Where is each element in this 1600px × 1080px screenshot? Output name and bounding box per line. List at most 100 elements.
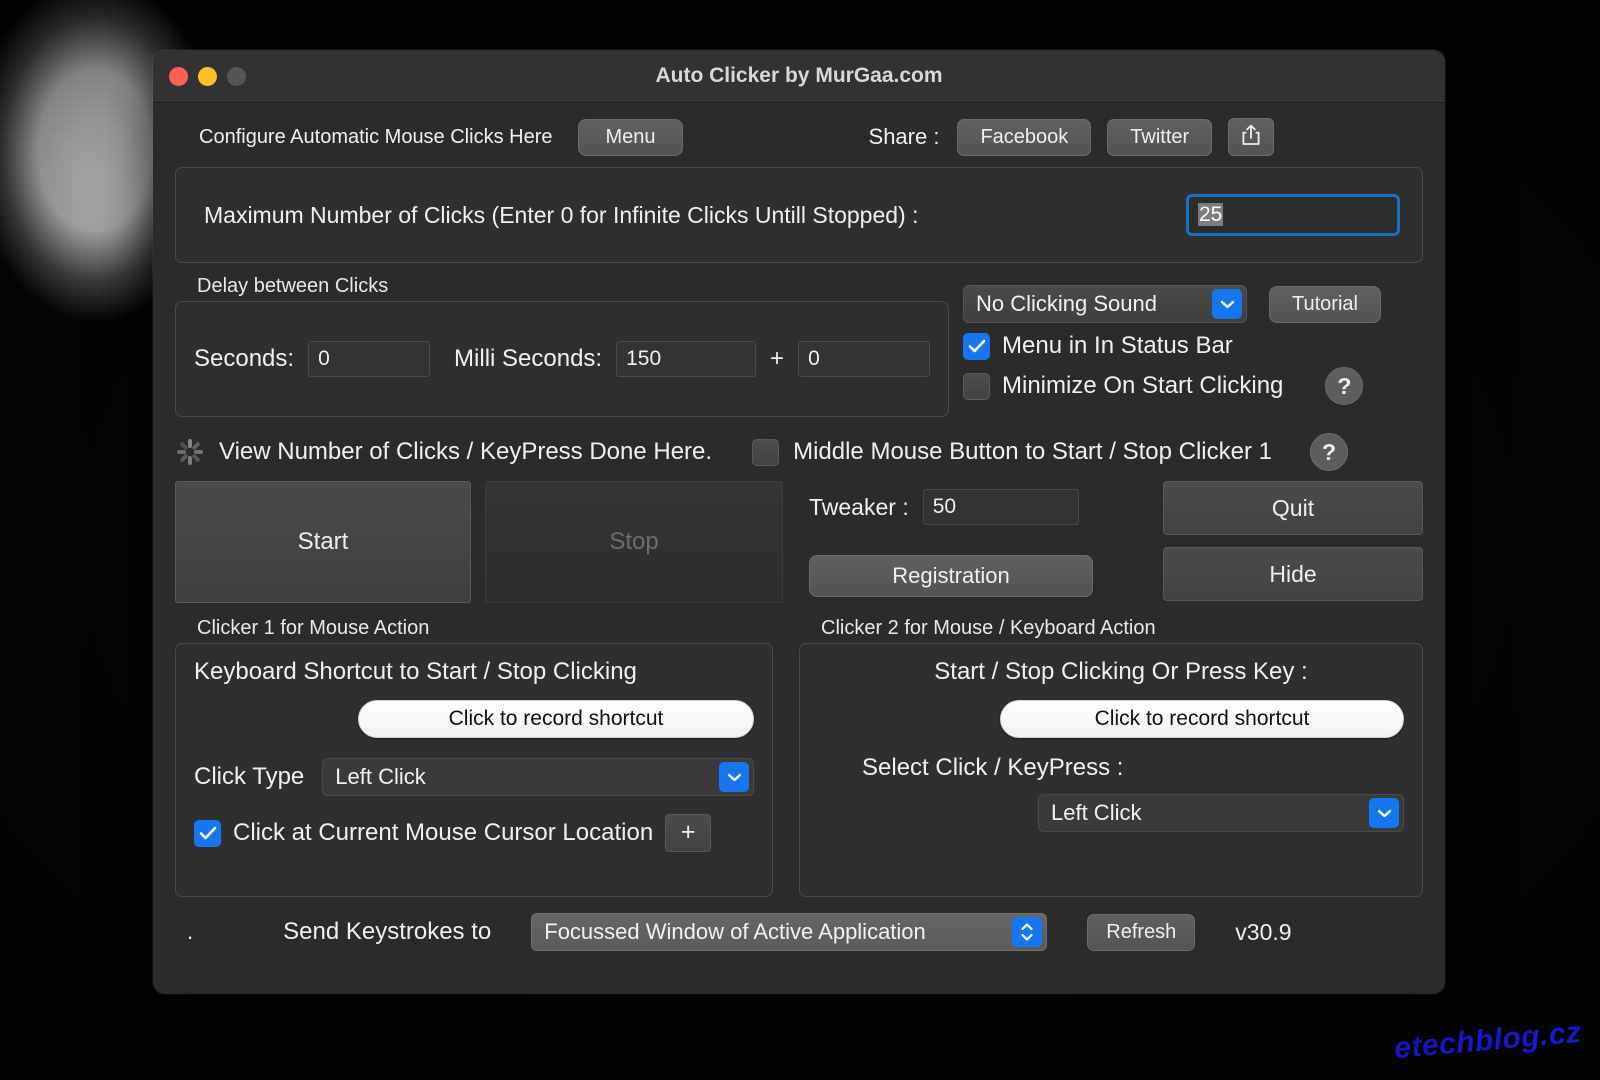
tweaker-input[interactable]: 50 (922, 489, 1079, 525)
window-title: Auto Clicker by MurGaa.com (655, 64, 943, 87)
seconds-label: Seconds: (194, 345, 295, 372)
send-keystrokes-label: Send Keystrokes to (283, 918, 492, 945)
counter-label: View Number of Clicks / KeyPress Done He… (219, 438, 713, 465)
activity-spinner-icon (175, 437, 205, 467)
clicker2-keypress-select[interactable]: Left Click (1038, 794, 1404, 832)
clicker2-keypress-value: Left Click (1051, 800, 1142, 825)
clicker1-click-type-label: Click Type (194, 763, 305, 790)
clicker2-wrapper: Clicker 2 for Mouse / Keyboard Action St… (799, 617, 1423, 897)
cursor-location-label: Click at Current Mouse Cursor Location (233, 819, 654, 846)
footer-dot: . (187, 919, 194, 944)
seconds-value: 0 (318, 347, 330, 370)
clicker1-group-title: Clicker 1 for Mouse Action (197, 617, 430, 639)
extra-millis-input[interactable]: 0 (798, 341, 931, 377)
app-window: Auto Clicker by MurGaa.com Configure Aut… (153, 50, 1445, 994)
plus-label: + (770, 345, 785, 372)
stop-button[interactable]: Stop (485, 481, 783, 603)
sound-tutorial-row: No Clicking Sound Tutorial (963, 285, 1423, 323)
middle-mouse-label: Middle Mouse Button to Start / Stop Clic… (793, 438, 1272, 465)
clicker1-click-type-select[interactable]: Left Click (322, 758, 754, 796)
facebook-share-button[interactable]: Facebook (957, 118, 1092, 156)
milliseconds-input[interactable]: 150 (616, 341, 757, 377)
toolbar-row: Configure Automatic Mouse Clicks Here Me… (175, 113, 1423, 161)
clicker1-shortcut-label: Keyboard Shortcut to Start / Stop Clicki… (194, 658, 637, 685)
clicking-sound-value: No Clicking Sound (976, 291, 1157, 316)
clicker2-record-shortcut-button[interactable]: Click to record shortcut (1000, 700, 1404, 738)
minimize-checkbox[interactable] (963, 372, 990, 400)
tweaker-column: Tweaker : 50 Registration (797, 481, 1093, 603)
twitter-share-button[interactable]: Twitter (1107, 118, 1213, 156)
footer-row: . Send Keystrokes to Focussed Window of … (175, 913, 1423, 951)
chevron-up-down-icon (1012, 917, 1043, 947)
status-bar-checkbox[interactable] (963, 332, 990, 360)
chevron-down-icon (1369, 798, 1399, 828)
tweaker-row: Tweaker : 50 (809, 489, 1093, 525)
actions-row: Start Stop Tweaker : 50 Registration Qui… (175, 481, 1423, 603)
middle-mouse-help-button[interactable]: ? (1309, 433, 1348, 471)
add-location-button[interactable]: + (665, 814, 712, 852)
clicker2-select-row: Left Click (818, 794, 1404, 832)
clicker1-record-shortcut-button[interactable]: Click to record shortcut (358, 700, 754, 738)
delay-options-row: Delay between Clicks Seconds: 0 Milli Se… (175, 275, 1423, 417)
status-bar-option-row: Menu in In Status Bar (963, 332, 1423, 360)
clickers-row: Clicker 1 for Mouse Action Keyboard Shor… (175, 617, 1423, 897)
max-clicks-value: 25 (1198, 203, 1224, 226)
start-button[interactable]: Start (175, 481, 471, 603)
cursor-location-checkbox[interactable] (194, 819, 221, 847)
clicker2-shortcut-label: Start / Stop Clicking Or Press Key : (934, 658, 1308, 685)
tutorial-button[interactable]: Tutorial (1269, 285, 1381, 323)
share-label: Share : (868, 124, 940, 149)
delay-group-title: Delay between Clicks (197, 275, 389, 297)
extra-millis-value: 0 (808, 347, 820, 370)
quit-button[interactable]: Quit (1163, 481, 1423, 535)
clicker2-record-row: Click to record shortcut (818, 700, 1404, 738)
clicker1-click-type-row: Click Type Left Click (194, 758, 754, 796)
menu-button[interactable]: Menu (578, 118, 683, 156)
middle-mouse-checkbox[interactable] (752, 438, 780, 466)
max-clicks-label: Maximum Number of Clicks (Enter 0 for In… (204, 201, 919, 228)
options-column: No Clicking Sound Tutorial Menu in In St… (963, 275, 1423, 417)
checkmark-icon (968, 339, 985, 353)
minimize-help-button[interactable]: ? (1325, 367, 1364, 405)
milliseconds-label: Milli Seconds: (454, 345, 603, 372)
tweaker-value: 50 (932, 495, 957, 518)
chevron-down-icon (719, 762, 749, 792)
clicker2-group-title: Clicker 2 for Mouse / Keyboard Action (821, 617, 1156, 639)
clicker2-group: Start / Stop Clicking Or Press Key : Cli… (799, 643, 1423, 897)
clicker1-record-row: Click to record shortcut (194, 700, 754, 738)
version-label: v30.9 (1235, 918, 1292, 945)
share-export-button[interactable] (1228, 118, 1275, 156)
traffic-light-group (169, 66, 246, 86)
minimize-label: Minimize On Start Clicking (1002, 372, 1284, 399)
max-clicks-group: Maximum Number of Clicks (Enter 0 for In… (175, 167, 1423, 263)
clicker1-group: Keyboard Shortcut to Start / Stop Clicki… (175, 643, 773, 897)
registration-button[interactable]: Registration (809, 555, 1093, 597)
max-clicks-input[interactable]: 25 (1186, 194, 1400, 236)
close-button-icon[interactable] (169, 66, 188, 86)
tweaker-label: Tweaker : (809, 493, 909, 520)
window-titlebar: Auto Clicker by MurGaa.com (153, 50, 1445, 103)
clicker1-wrapper: Clicker 1 for Mouse Action Keyboard Shor… (175, 617, 773, 897)
clicker1-cursor-location-row: Click at Current Mouse Cursor Location + (194, 814, 754, 852)
keystroke-target-value: Focussed Window of Active Application (544, 919, 926, 944)
minimize-button-icon[interactable] (198, 66, 217, 86)
status-bar-label: Menu in In Status Bar (1002, 332, 1233, 359)
delay-group: Seconds: 0 Milli Seconds: 150 + 0 (175, 301, 949, 417)
hide-button[interactable]: Hide (1163, 547, 1423, 601)
minimize-option-row: Minimize On Start Clicking ? (963, 367, 1423, 405)
keystroke-target-select[interactable]: Focussed Window of Active Application (531, 913, 1048, 951)
zoom-button-icon[interactable] (227, 66, 246, 86)
clicker1-click-type-value: Left Click (335, 764, 426, 789)
clicking-sound-select[interactable]: No Clicking Sound (963, 285, 1247, 323)
chevron-down-icon (1212, 289, 1242, 319)
seconds-input[interactable]: 0 (308, 341, 431, 377)
desktop-background: etechblog.cz Auto Clicker by MurGaa.com … (0, 0, 1600, 1080)
window-body: Configure Automatic Mouse Clicks Here Me… (153, 103, 1445, 994)
counter-row: View Number of Clicks / KeyPress Done He… (175, 431, 1423, 473)
milliseconds-value: 150 (626, 347, 662, 370)
configure-hint-label: Configure Automatic Mouse Clicks Here (199, 125, 553, 148)
clicker2-select-label: Select Click / KeyPress : (862, 754, 1124, 781)
share-export-icon (1241, 123, 1261, 152)
quit-hide-column: Quit Hide (1107, 481, 1423, 603)
refresh-button[interactable]: Refresh (1087, 913, 1196, 951)
